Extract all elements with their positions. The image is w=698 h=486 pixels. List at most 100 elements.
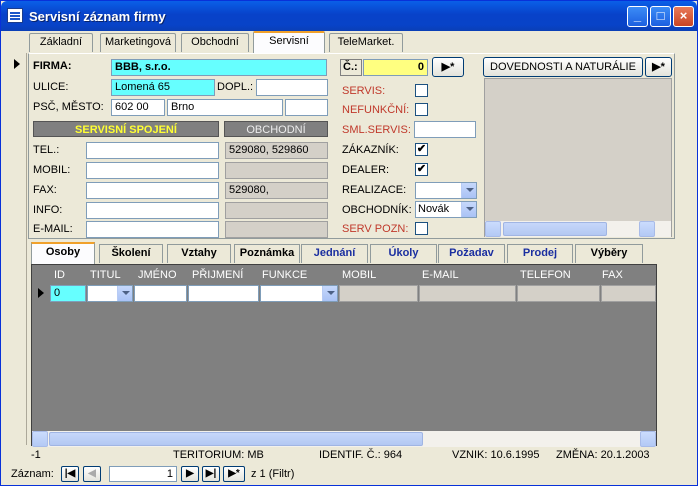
subtab-skoleni[interactable]: Školení <box>99 244 163 263</box>
chevron-down-icon[interactable] <box>461 183 476 198</box>
subtab-label: Jednání <box>313 247 356 259</box>
column-header-telefon[interactable]: TELEFON <box>520 267 571 283</box>
subtab-label: Školení <box>111 247 151 259</box>
subtab-pozadav[interactable]: Požadav <box>438 244 505 263</box>
row-id-cell[interactable]: 0 <box>50 285 86 302</box>
psc-field[interactable]: 602 00 <box>111 99 165 116</box>
record-navigator: Záznam: |◀ ◀ 1 ▶ ▶| ▶* z 1 (Filtr) <box>1 464 697 486</box>
obchodnik-select[interactable]: Novák <box>415 201 477 218</box>
record-number-field[interactable]: 1 <box>109 466 177 482</box>
row-titul-cell[interactable] <box>87 285 133 302</box>
column-header-id[interactable]: ID <box>54 267 65 283</box>
grid-hscrollbar[interactable] <box>32 431 656 447</box>
table-row[interactable]: 0 <box>32 285 656 302</box>
scroll-thumb[interactable] <box>49 432 423 446</box>
tab-label: Obchodní <box>191 36 239 48</box>
realizace-select[interactable] <box>415 182 477 199</box>
zakaznik-checkbox[interactable]: ✔ <box>415 143 428 156</box>
minimize-button[interactable]: _ <box>627 6 648 27</box>
status-identif: IDENTIF. Č.: 964 <box>319 449 403 461</box>
column-header-mobil[interactable]: MOBIL <box>342 267 376 283</box>
status-bar: -1 TERITORIUM: MB IDENTIF. Č.: 964 VZNIK… <box>1 447 697 463</box>
column-header-prijmeni[interactable]: PŘIJMENÍ <box>192 267 243 283</box>
subtab-vybery[interactable]: Výběry <box>575 244 643 263</box>
tab-servisni[interactable]: Servisní <box>253 31 325 53</box>
firma-field[interactable]: BBB, s.r.o. <box>111 59 327 76</box>
subtab-label: Požadav <box>449 247 494 259</box>
prev-record-icon[interactable]: ◀ <box>83 466 101 482</box>
chevron-down-icon[interactable] <box>461 202 476 217</box>
subtab-label: Vztahy <box>181 247 217 259</box>
email-field[interactable] <box>86 221 219 238</box>
cislo-field[interactable]: 0 <box>363 59 428 76</box>
servis-checkbox[interactable] <box>415 84 428 97</box>
mobil-field[interactable] <box>86 162 219 179</box>
title-bar[interactable]: Servisní záznam firmy _ □ × <box>1 1 697 31</box>
cislo-label: Č.: <box>343 61 358 73</box>
mesto-extra-field[interactable] <box>285 99 328 116</box>
scroll-right-icon[interactable] <box>639 221 655 237</box>
new-record-icon[interactable]: ▶* <box>223 466 245 482</box>
nefunkcni-label: NEFUNKČNÍ: <box>342 104 410 116</box>
subtab-label: Výběry <box>590 247 628 259</box>
status-left: -1 <box>31 449 41 461</box>
status-zmena: ZMĚNA: 20.1.2003 <box>556 449 650 461</box>
info-field[interactable] <box>86 202 219 219</box>
column-header-jmeno[interactable]: JMÉNO <box>138 267 177 283</box>
dovednosti-button[interactable]: DOVEDNOSTI A NATURÁLIE <box>483 57 643 77</box>
dovednosti-list[interactable] <box>484 78 672 237</box>
ulice-field[interactable]: Lomená 65 <box>111 79 215 96</box>
subtab-ukoly[interactable]: Úkoly <box>370 244 437 263</box>
chevron-down-icon[interactable] <box>322 286 337 301</box>
mesto-field[interactable]: Brno <box>167 99 283 116</box>
subtab-jednani[interactable]: Jednání <box>301 244 368 263</box>
nefunkcni-checkbox[interactable] <box>415 103 428 116</box>
first-record-icon[interactable]: |◀ <box>61 466 79 482</box>
column-header-funkce[interactable]: FUNKCE <box>262 267 307 283</box>
new-record-button[interactable]: ▶* <box>432 57 464 77</box>
mobil-obchodni-field <box>225 162 328 179</box>
dealer-checkbox[interactable]: ✔ <box>415 163 428 176</box>
last-record-icon[interactable]: ▶| <box>202 466 220 482</box>
dealer-label: DEALER: <box>342 164 390 176</box>
tab-telemarket[interactable]: TeleMarket. <box>329 33 403 52</box>
subtab-vztahy[interactable]: Vztahy <box>167 244 231 263</box>
column-header-fax[interactable]: FAX <box>602 267 623 283</box>
record-count-text: z 1 (Filtr) <box>251 468 295 480</box>
record-selector[interactable] <box>9 53 27 445</box>
tab-zakladni[interactable]: Základní <box>29 33 93 52</box>
sml-servis-field[interactable] <box>414 121 476 138</box>
main-window: Servisní záznam firmy _ □ × Základní Mar… <box>0 0 698 486</box>
column-header-email[interactable]: E-MAIL <box>422 267 459 283</box>
scroll-left-icon[interactable] <box>485 221 501 237</box>
row-prijmeni-cell[interactable] <box>188 285 259 302</box>
scroll-left-icon[interactable] <box>32 431 48 447</box>
serv-pozn-checkbox[interactable] <box>415 222 428 235</box>
dovednosti-hscrollbar[interactable] <box>485 221 671 237</box>
maximize-button[interactable]: □ <box>650 6 671 27</box>
nav-label: Záznam: <box>11 468 54 480</box>
row-jmeno-cell[interactable] <box>134 285 187 302</box>
next-record-icon[interactable]: ▶ <box>181 466 199 482</box>
dopl-field[interactable] <box>256 79 328 96</box>
subtab-poznamka[interactable]: Poznámka <box>234 244 300 263</box>
scroll-thumb[interactable] <box>503 222 607 236</box>
fax-obchodni-field: 529080, <box>225 182 328 199</box>
scroll-right-icon[interactable] <box>640 431 656 447</box>
servisni-spojeni-header: SERVISNÍ SPOJENÍ <box>33 121 219 137</box>
tel-label: TEL.: <box>33 144 60 156</box>
subtab-prodej[interactable]: Prodej <box>507 244 573 263</box>
subtab-osoby[interactable]: Osoby <box>31 242 95 264</box>
tab-marketingova[interactable]: Marketingová <box>100 33 176 52</box>
email-label: E-MAIL: <box>33 223 73 235</box>
column-header-titul[interactable]: TITUL <box>90 267 121 283</box>
obchodnik-value: Novák <box>418 203 450 215</box>
tab-obchodni[interactable]: Obchodní <box>181 33 249 52</box>
row-selector-arrow-icon[interactable] <box>38 288 44 298</box>
row-funkce-cell[interactable] <box>260 285 338 302</box>
tel-field[interactable] <box>86 142 219 159</box>
chevron-down-icon[interactable] <box>117 286 132 301</box>
close-button[interactable]: × <box>673 6 694 27</box>
dovednosti-new-button[interactable]: ▶* <box>645 57 672 77</box>
fax-field[interactable] <box>86 182 219 199</box>
